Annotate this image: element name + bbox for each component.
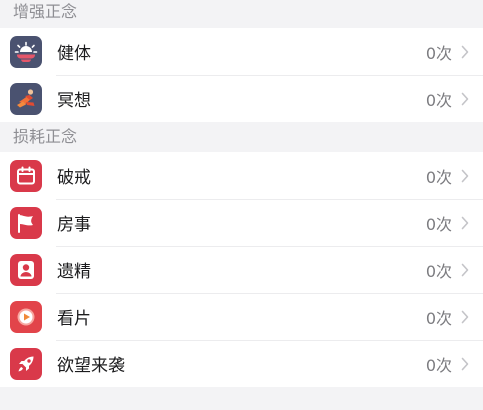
section-list-deplete: 破戒 0次 房事 0次 遗精 0次 看片 0次 欲望来袭 0次 [0,152,483,387]
row-count: 0次 [425,90,452,110]
calendar-icon [10,159,42,192]
rocket-icon [10,347,42,380]
chevron-right-icon [460,45,470,59]
row-relapse[interactable]: 破戒 0次 [0,152,483,199]
row-count: 0次 [425,355,452,375]
row-label: 欲望来袭 [57,356,125,376]
row-meditation[interactable]: 冥想 0次 [0,75,483,122]
section-list-enhance: 健体 0次 冥想 0次 [0,28,483,122]
person-icon [10,253,42,286]
play-icon [10,300,42,333]
chevron-right-icon [460,310,470,324]
row-urge[interactable]: 欲望来袭 0次 [0,340,483,387]
row-label: 冥想 [57,91,91,111]
flag-icon [10,206,42,239]
row-fitness[interactable]: 健体 0次 [0,28,483,75]
row-label: 房事 [57,215,91,235]
chevron-right-icon [460,216,470,230]
row-count: 0次 [425,214,452,234]
section-header-deplete: 损耗正念 [0,122,483,152]
row-watch[interactable]: 看片 0次 [0,293,483,340]
row-label: 健体 [57,44,91,64]
row-emission[interactable]: 遗精 0次 [0,246,483,293]
chevron-right-icon [460,169,470,183]
section-header-enhance: 增强正念 [0,0,483,28]
chevron-right-icon [460,92,470,106]
row-label: 破戒 [57,168,91,188]
row-label: 遗精 [57,262,91,282]
row-count: 0次 [425,43,452,63]
row-intercourse[interactable]: 房事 0次 [0,199,483,246]
row-count: 0次 [425,308,452,328]
sunrise-icon [10,35,42,68]
meditation-icon [10,82,42,115]
row-count: 0次 [425,167,452,187]
chevron-right-icon [460,357,470,371]
settings-list: 增强正念 健体 0次 冥想 0次 损耗正念 破戒 0次 房事 0次 遗精 0次 … [0,0,483,387]
chevron-right-icon [460,263,470,277]
row-count: 0次 [425,261,452,281]
row-label: 看片 [57,309,91,329]
